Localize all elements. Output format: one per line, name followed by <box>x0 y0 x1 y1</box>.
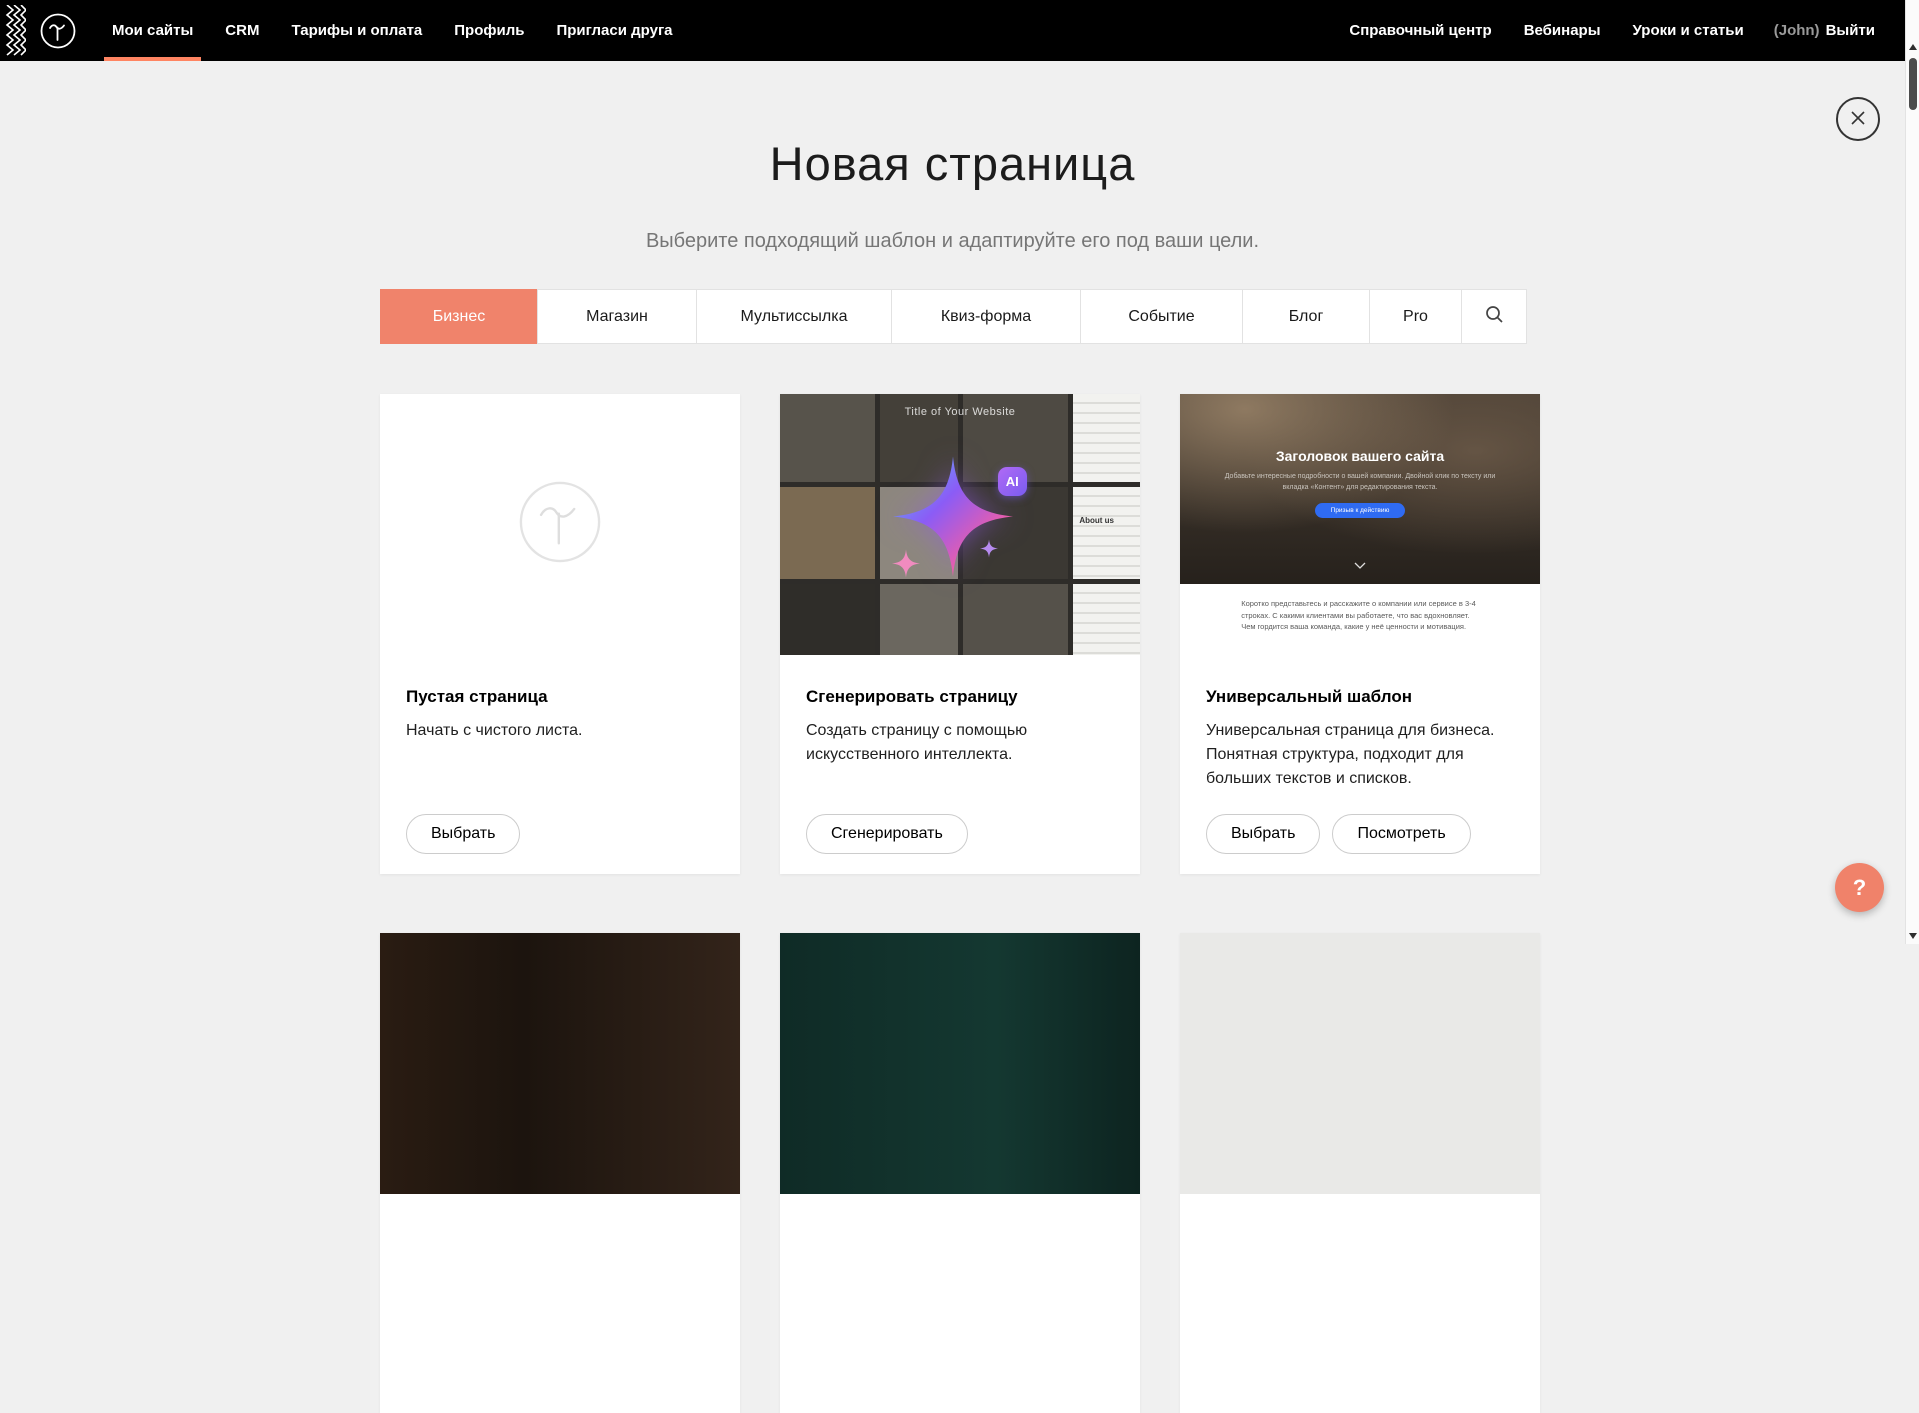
ai-badge: AI <box>998 467 1027 496</box>
chevron-down-icon <box>1354 556 1366 574</box>
main-nav: Мои сайты CRM Тарифы и оплата Профиль Пр… <box>96 0 689 61</box>
scroll-down-icon[interactable] <box>1909 933 1917 939</box>
collage-tile <box>963 584 1068 655</box>
tab-store[interactable]: Магазин <box>537 289 697 344</box>
generate-button[interactable]: Сгенерировать <box>806 814 968 854</box>
tilda-pattern-icon <box>0 0 30 61</box>
collage-tile <box>1073 487 1140 579</box>
card-title: Пустая страница <box>406 687 714 707</box>
preview-site-title: Заголовок вашего сайта <box>1180 394 1540 464</box>
card-description: Универсальная страница для бизнеса. Поня… <box>1206 719 1514 791</box>
user-account: (John) Выйти <box>1760 0 1889 61</box>
template-preview <box>780 933 1140 1194</box>
nav-crm[interactable]: CRM <box>209 0 275 61</box>
tab-pro[interactable]: Pro <box>1369 289 1462 344</box>
preview-cta-button: Призыв к действию <box>1315 503 1406 518</box>
card-actions: Выбрать Посмотреть <box>1206 814 1514 854</box>
tab-business[interactable]: Бизнес <box>380 289 538 344</box>
template-card-partial[interactable] <box>780 933 1140 1413</box>
scrollbar[interactable] <box>1905 0 1919 944</box>
nav-pricing[interactable]: Тарифы и оплата <box>275 0 438 61</box>
tab-search[interactable] <box>1461 289 1527 344</box>
card-description: Начать с чистого листа. <box>406 719 714 743</box>
select-button[interactable]: Выбрать <box>1206 814 1320 854</box>
scrollbar-thumb[interactable] <box>1909 58 1917 110</box>
template-card-partial[interactable] <box>380 933 740 1413</box>
card-universal-template[interactable]: Заголовок вашего сайта Добавьте интересн… <box>1180 394 1540 874</box>
search-icon <box>1485 305 1504 329</box>
collage-tile <box>780 584 875 655</box>
templates-grid-row2 <box>380 933 1540 1413</box>
card-actions: Выбрать <box>406 814 714 854</box>
card-blank-page[interactable]: Пустая страница Начать с чистого листа. … <box>380 394 740 874</box>
nav-profile[interactable]: Профиль <box>438 0 540 61</box>
collage-tile <box>1073 584 1140 655</box>
view-button[interactable]: Посмотреть <box>1332 814 1470 854</box>
close-button[interactable] <box>1836 97 1880 141</box>
logout-link[interactable]: Выйти <box>1826 22 1875 39</box>
nav-my-sites[interactable]: Мои сайты <box>96 0 209 61</box>
user-name: (John) <box>1774 22 1820 39</box>
card-title: Универсальный шаблон <box>1206 687 1514 707</box>
category-tabs: Бизнес Магазин Мультиссылка Квиз-форма С… <box>380 289 1527 344</box>
nav-lessons[interactable]: Уроки и статьи <box>1617 0 1760 61</box>
blank-page-preview <box>380 394 740 655</box>
template-preview <box>1180 933 1540 1194</box>
collage-tile <box>880 584 958 655</box>
help-button[interactable]: ? <box>1835 863 1884 912</box>
template-preview <box>380 933 740 1194</box>
ai-sparkle-small-icon <box>892 550 920 583</box>
tilda-watermark-icon <box>515 477 605 572</box>
templates-grid: Пустая страница Начать с чистого листа. … <box>380 394 1540 874</box>
preview-paragraph: Коротко представьтесь и расскажите о ком… <box>1241 598 1479 633</box>
page-title: Новая страница <box>0 136 1905 191</box>
card-body: Универсальный шаблон Универсальная стран… <box>1180 655 1540 874</box>
collage-tile <box>780 487 875 579</box>
tab-quiz[interactable]: Квиз-форма <box>891 289 1081 344</box>
card-body: Пустая страница Начать с чистого листа. … <box>380 655 740 874</box>
nav-invite-friend[interactable]: Пригласи друга <box>540 0 688 61</box>
preview-site-subtitle: Добавьте интересные подробности о вашей … <box>1220 472 1501 493</box>
template-card-partial[interactable] <box>1180 933 1540 1413</box>
tab-blog[interactable]: Блог <box>1242 289 1370 344</box>
card-title: Сгенерировать страницу <box>806 687 1114 707</box>
select-button[interactable]: Выбрать <box>406 814 520 854</box>
tilda-logo[interactable] <box>30 0 86 61</box>
card-description: Создать страницу с помощью искусственног… <box>806 719 1114 767</box>
card-actions: Сгенерировать <box>806 814 1114 854</box>
scroll-up-icon[interactable] <box>1909 44 1917 50</box>
tab-multilink[interactable]: Мультиссылка <box>696 289 892 344</box>
page-subtitle: Выберите подходящий шаблон и адаптируйте… <box>0 230 1905 253</box>
template-hero: Заголовок вашего сайта Добавьте интересн… <box>1180 394 1540 584</box>
card-body: Сгенерировать страницу Создать страницу … <box>780 655 1140 874</box>
close-icon <box>1849 109 1867 130</box>
ai-sparkle-small-icon <box>980 539 998 562</box>
card-ai-generate[interactable]: Title of Your Website About us <box>780 394 1140 874</box>
preview-site-title: Title of Your Website <box>780 406 1140 418</box>
ai-preview-collage: Title of Your Website About us <box>780 394 1140 655</box>
nav-webinars[interactable]: Вебинары <box>1508 0 1617 61</box>
top-navbar: Мои сайты CRM Тарифы и оплата Профиль Пр… <box>0 0 1905 61</box>
template-preview: Заголовок вашего сайта Добавьте интересн… <box>1180 394 1540 655</box>
template-text-section: Коротко представьтесь и расскажите о ком… <box>1180 598 1540 655</box>
secondary-nav: Справочный центр Вебинары Уроки и статьи… <box>1333 0 1905 61</box>
tab-event[interactable]: Событие <box>1080 289 1243 344</box>
nav-help-center[interactable]: Справочный центр <box>1333 0 1507 61</box>
preview-about-label: About us <box>1079 516 1114 525</box>
